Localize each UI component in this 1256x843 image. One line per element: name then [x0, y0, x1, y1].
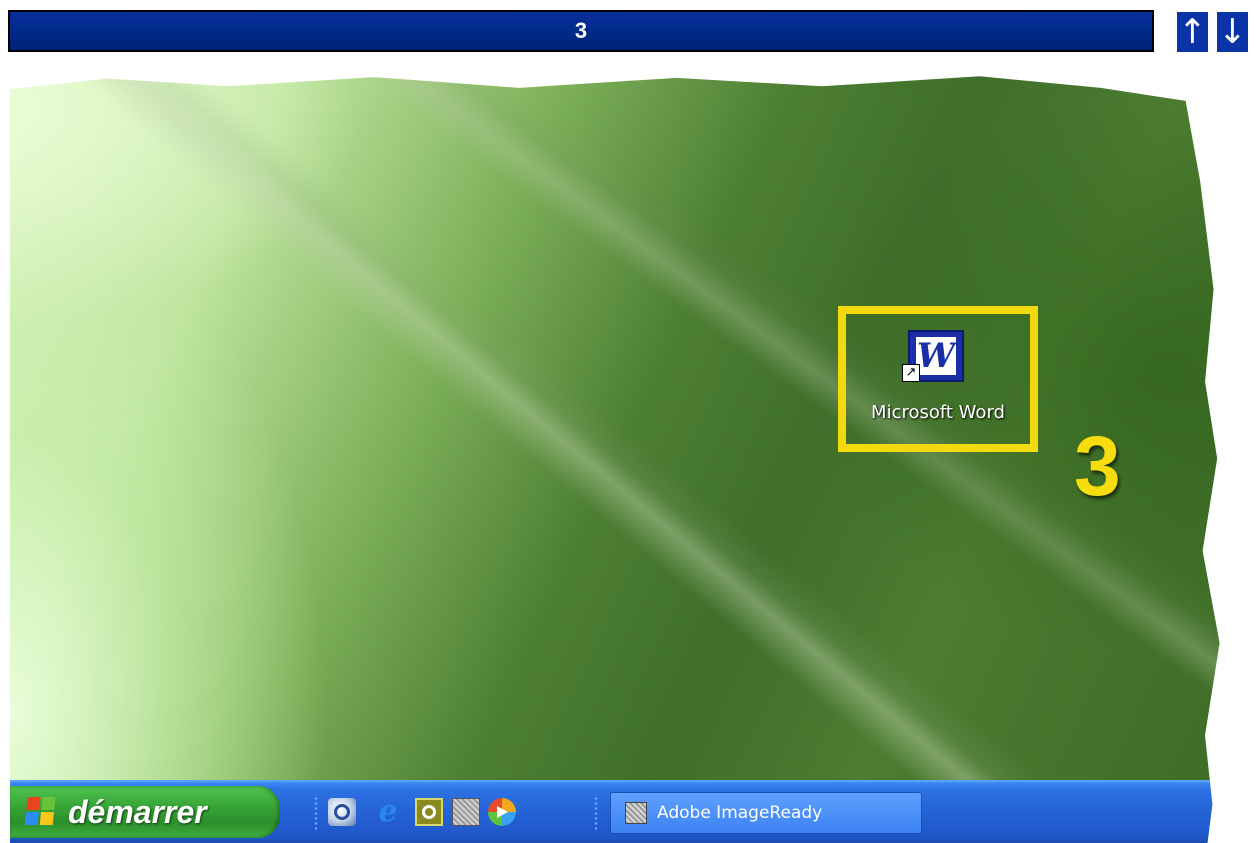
windows-logo-icon: [24, 797, 57, 827]
arrow-down-icon[interactable]: ↓: [1217, 12, 1248, 52]
start-button-label: démarrer: [68, 793, 207, 830]
imageready-icon: [625, 802, 647, 824]
annotation-number: 3: [1074, 419, 1121, 513]
taskbar-button-label: Adobe ImageReady: [657, 803, 823, 823]
internet-explorer-icon[interactable]: e: [374, 797, 402, 827]
start-button[interactable]: démarrer: [10, 786, 280, 838]
word-icon-glyph: W: [916, 336, 956, 376]
step-bar: 3: [8, 10, 1154, 52]
taskbar-grip[interactable]: [594, 796, 598, 832]
app-icon[interactable]: [415, 798, 443, 826]
wallpaper-glow: [10, 76, 1220, 843]
desktop-shortcut-microsoft-word[interactable]: W ↗ Microsoft Word: [838, 306, 1038, 452]
wallpaper-stripe: [10, 76, 1220, 843]
step-number: 3: [574, 18, 588, 43]
wallpaper-shade: [10, 76, 1220, 843]
media-player-icon[interactable]: [488, 798, 516, 826]
imageready-icon[interactable]: [452, 798, 480, 826]
desktop-icon-label: Microsoft Word: [871, 402, 1005, 423]
wallpaper-stripe: [10, 76, 1220, 843]
desktop-screenshot: W ↗ Microsoft Word 3 démarrer e Adobe Im…: [10, 76, 1220, 843]
taskbar: démarrer e Adobe ImageReady: [10, 780, 1220, 843]
quick-launch-grip[interactable]: [314, 796, 318, 832]
show-desktop-icon[interactable]: [328, 798, 356, 826]
tutorial-page: 3 ↑ ↓ W ↗ Microsoft Word 3 démarrer e Ad…: [0, 0, 1256, 843]
taskbar-button-adobe-imageready[interactable]: Adobe ImageReady: [610, 792, 922, 834]
arrow-up-icon[interactable]: ↑: [1177, 12, 1208, 52]
shortcut-arrow-icon: ↗: [902, 364, 920, 382]
